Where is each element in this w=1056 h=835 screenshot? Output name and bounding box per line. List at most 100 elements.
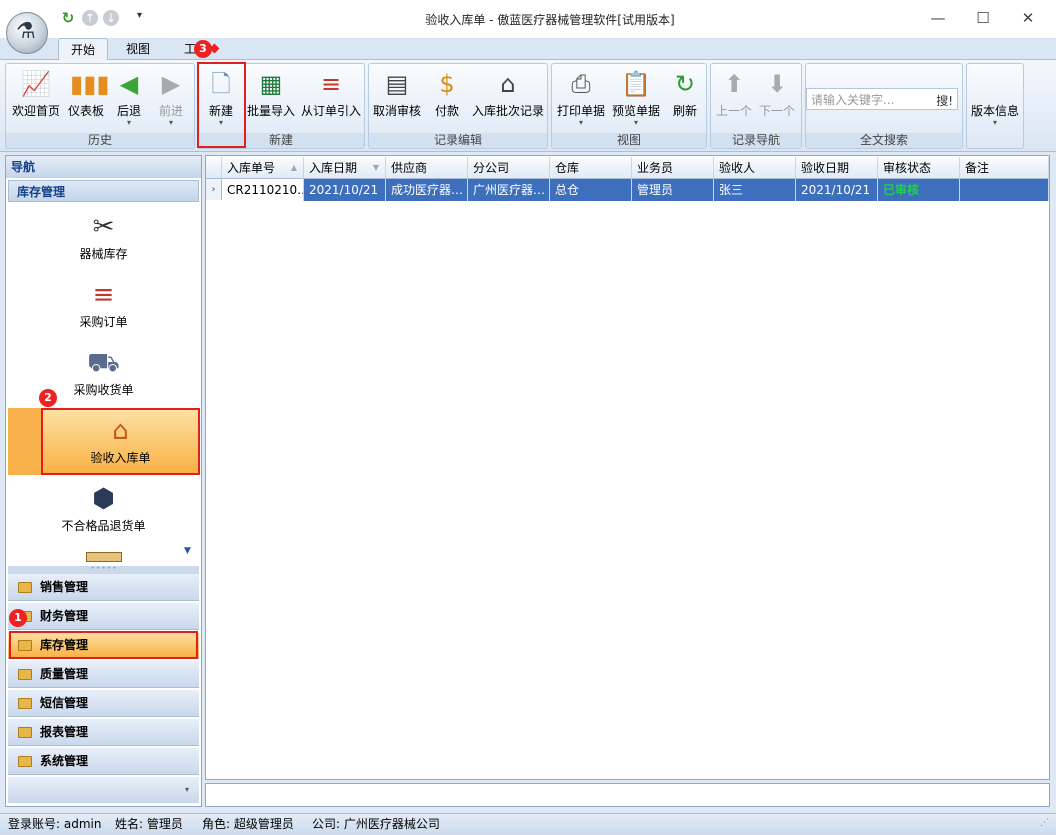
column-header[interactable]: 供应商 (386, 157, 468, 179)
delivery-truck-icon: ⛟ (87, 348, 120, 378)
step-badge-1: 1 (9, 609, 27, 627)
qat-up-icon[interactable]: ↑ (82, 10, 98, 26)
nav-item-device-inventory[interactable]: ✂ 器械库存 (8, 205, 199, 271)
from-order-label: 从订单引入 (300, 104, 361, 118)
column-header[interactable]: 业务员 (632, 157, 714, 179)
table-cell[interactable]: 张三 (714, 179, 796, 201)
forward-button[interactable]: ▶ 前进 ▾ (152, 66, 190, 132)
table-cell[interactable]: 2021/10/21 (304, 179, 386, 201)
maximize-button[interactable]: ☐ (963, 6, 1003, 30)
column-header[interactable]: 入库日期 ▼ (304, 157, 386, 179)
next-record-button[interactable]: ⬇ 下一个 (756, 66, 798, 132)
prev-record-label: 上一个 (715, 104, 752, 118)
column-header[interactable]: 验收日期 (796, 157, 878, 179)
back-button[interactable]: ◀ 后退 ▾ (110, 66, 148, 132)
version-dropdown-icon: ▾ (992, 118, 997, 127)
close-button[interactable]: ✕ (1008, 6, 1048, 30)
table-cell[interactable]: 总仓 (550, 179, 632, 201)
next-record-label: 下一个 (758, 104, 795, 118)
search-go-button[interactable]: 搜! (936, 92, 953, 109)
section-finance[interactable]: 财务管理 (8, 603, 199, 630)
group-record-edit-label: 记录编辑 (369, 133, 547, 148)
new-button-highlight (197, 62, 246, 148)
nav-item-label: 器械库存 (79, 247, 128, 261)
refresh-icon: ↻ (674, 70, 696, 98)
batch-record-button[interactable]: ⌂ 入库批次记录 (470, 66, 546, 132)
section-sales[interactable]: 销售管理 (8, 574, 199, 601)
print-button[interactable]: ⎙ 打印单据 ▾ (554, 66, 608, 132)
column-header[interactable]: 验收人 (714, 157, 796, 179)
dashboard-button[interactable]: ▮▮▮ 仪表板 (64, 66, 110, 132)
folder-icon (18, 669, 32, 680)
printer-icon: ⎙ (571, 70, 591, 98)
forward-label: 前进 (158, 104, 183, 118)
column-header[interactable]: 备注 (960, 157, 1049, 179)
table-cell[interactable]: 2021/10/21 (796, 179, 878, 201)
nav-section-header: 库存管理 (8, 180, 199, 202)
column-header[interactable]: 仓库 (550, 157, 632, 179)
section-label: 质量管理 (40, 667, 89, 681)
nav-item-purchase-order[interactable]: ≡ 采购订单 (8, 273, 199, 339)
warehouse-icon: ⌂ (500, 70, 516, 98)
section-label: 系统管理 (40, 754, 89, 768)
nav-item-purchase-receipt[interactable]: ⛟ 采购收货单 (8, 341, 199, 407)
search-box: 搜! (806, 88, 958, 110)
section-label: 财务管理 (40, 609, 89, 623)
return-box-icon: ⬢ (92, 484, 115, 514)
row-selector-icon[interactable]: › (206, 179, 222, 200)
nav-overflow-button[interactable]: ▾ (8, 777, 199, 803)
cancel-audit-button[interactable]: ▤ 取消审核 (371, 66, 423, 132)
column-header[interactable]: 分公司 (468, 157, 550, 179)
table-cell[interactable] (960, 179, 1049, 201)
qat-refresh-icon[interactable]: ↻ (60, 10, 76, 26)
dashboard-label: 仪表板 (67, 104, 104, 118)
prev-record-button[interactable]: ⬆ 上一个 (713, 66, 755, 132)
minimize-button[interactable]: — (918, 6, 958, 30)
arrow-left-icon: ◀ (119, 70, 139, 98)
nav-scroll-down-icon[interactable]: ▼ (184, 546, 191, 556)
nav-item-highlight (41, 408, 200, 475)
batch-import-button[interactable]: ▦ 批量导入 (246, 66, 296, 132)
app-menu-button[interactable]: ⚗ (6, 12, 48, 54)
resize-grip-icon[interactable]: ⋰ (1040, 818, 1049, 828)
refresh-button[interactable]: ↻ 刷新 (666, 66, 704, 132)
qat-customize-icon[interactable]: ▾ (137, 10, 142, 21)
nav-item-label: 不合格品退货单 (61, 519, 146, 533)
back-label: 后退 (116, 104, 141, 118)
search-input[interactable] (811, 92, 929, 107)
status-cell[interactable]: 已审核 (878, 179, 960, 201)
section-reports[interactable]: 报表管理 (8, 719, 199, 746)
nav-splitter[interactable]: • • • • • (8, 566, 199, 574)
section-quality[interactable]: 质量管理 (8, 661, 199, 688)
payment-button[interactable]: $ 付款 (428, 66, 466, 132)
bar-chart-icon: ▮▮▮ (70, 70, 110, 98)
nav-item-nonconforming-return[interactable]: ⬢ 不合格品退货单 (8, 477, 199, 543)
payment-label: 付款 (434, 104, 459, 118)
section-label: 短信管理 (40, 696, 89, 710)
column-header[interactable]: 审核状态 (878, 157, 960, 179)
preview-button[interactable]: 📋 预览单据 ▾ (610, 66, 662, 132)
table-cell[interactable]: CR2110210… (222, 179, 304, 201)
tab-start[interactable]: 开始 (58, 38, 109, 61)
section-sms[interactable]: 短信管理 (8, 690, 199, 717)
from-order-button[interactable]: ≡ 从订单引入 (299, 66, 363, 132)
partial-nav-icon (86, 552, 122, 562)
column-header[interactable]: 入库单号 ▲ (222, 157, 304, 179)
clipboard-icon: 📋 (621, 70, 651, 98)
order-form-icon: ≡ (92, 280, 115, 310)
data-grid (205, 155, 1050, 780)
arrow-right-icon: ▶ (161, 70, 181, 98)
table-cell[interactable]: 成功医疗器… (386, 179, 468, 201)
tab-view[interactable]: 视图 (114, 38, 162, 61)
version-info-button[interactable]: 版本信息 ▾ (968, 100, 1022, 134)
section-system[interactable]: 系统管理 (8, 748, 199, 775)
table-cell[interactable]: 广州医疗器… (468, 179, 550, 201)
table-cell[interactable]: 管理员 (632, 179, 714, 201)
section-highlight (9, 631, 198, 659)
refresh-label: 刷新 (672, 104, 697, 118)
surgical-tools-icon: ✂ (92, 212, 115, 242)
audit-stamp-icon: ▤ (385, 70, 409, 98)
preview-label: 预览单据 (611, 104, 660, 118)
qat-down-icon[interactable]: ↓ (103, 10, 119, 26)
welcome-button[interactable]: 📈 欢迎首页 (10, 66, 62, 132)
